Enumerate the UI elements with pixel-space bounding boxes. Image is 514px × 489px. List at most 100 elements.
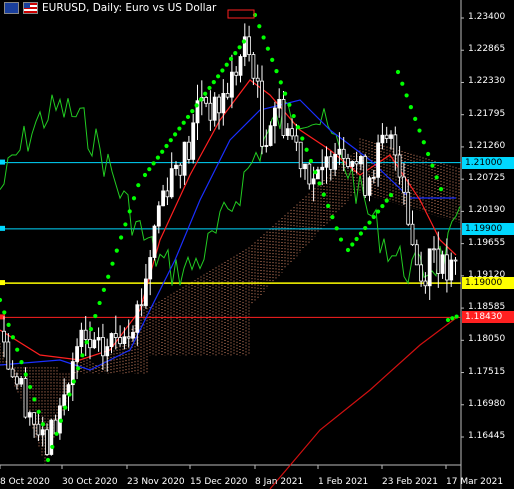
time-tick-label: 1 Feb 2021 xyxy=(318,477,369,487)
sar-dot xyxy=(23,372,28,377)
bear-candle xyxy=(178,164,183,176)
sar-dot xyxy=(295,125,301,130)
bull-candle xyxy=(40,429,45,436)
bear-candle xyxy=(126,336,131,339)
price-line-handle[interactable] xyxy=(0,280,5,286)
sar-dot xyxy=(216,74,221,79)
price-line-handle[interactable] xyxy=(0,225,5,231)
bear-candle xyxy=(406,191,411,225)
sar-dot xyxy=(304,147,309,152)
sar-dot xyxy=(334,226,339,231)
bear-candle xyxy=(401,176,406,193)
price-tick-label: 1.23400 xyxy=(468,12,506,22)
long-moving-average xyxy=(269,317,457,489)
sar-dot xyxy=(354,236,359,242)
price-tag: 1.21000 xyxy=(462,156,514,169)
sar-dot xyxy=(203,91,208,96)
bull-candle xyxy=(148,257,153,280)
bull-candle xyxy=(169,168,174,198)
bull-candle xyxy=(156,205,161,227)
sar-dot xyxy=(317,181,322,186)
price-tick-label: 1.22330 xyxy=(468,76,506,87)
bear-candle xyxy=(384,134,389,139)
bull-candle xyxy=(221,93,226,114)
bull-candle xyxy=(389,134,393,139)
bear-candle xyxy=(251,54,256,79)
sar-dot xyxy=(224,62,229,67)
sar-dot xyxy=(330,215,335,220)
sar-dot xyxy=(257,24,262,29)
sar-dot xyxy=(367,220,372,225)
sar-dot xyxy=(326,203,331,208)
sar-dot xyxy=(321,192,326,197)
bull-candle xyxy=(229,71,234,98)
price-tick-label: 1.17515 xyxy=(468,366,506,377)
sar-dot xyxy=(114,248,119,253)
price-tick-label: 1.18050 xyxy=(468,334,506,345)
bull-candle xyxy=(285,128,290,136)
sar-dot xyxy=(454,314,459,319)
bull-candle xyxy=(272,107,277,127)
bull-candle xyxy=(320,166,325,171)
sar-dot xyxy=(142,172,148,178)
bull-candle xyxy=(182,141,187,176)
bull-candle xyxy=(27,412,32,418)
bear-candle xyxy=(113,333,118,338)
sar-dot xyxy=(308,158,313,164)
sar-dot xyxy=(313,170,318,175)
bear-candle xyxy=(45,429,49,455)
oscillator-path xyxy=(0,94,461,286)
time-tick-label: 23 Nov 2020 xyxy=(127,477,185,487)
bear-candle xyxy=(217,96,221,114)
bull-candle xyxy=(367,177,372,196)
sar-dot xyxy=(388,193,394,198)
sar-dot xyxy=(181,120,186,125)
bull-candle xyxy=(238,56,243,76)
sar-dot xyxy=(233,50,238,56)
price-tag: 1.19900 xyxy=(462,222,514,235)
sar-dot xyxy=(58,418,64,423)
sar-dot xyxy=(50,444,55,450)
bear-candle xyxy=(410,223,415,246)
sar-dot xyxy=(10,335,15,340)
sar-dot xyxy=(198,97,203,102)
sar-dot xyxy=(220,68,225,73)
sar-dot xyxy=(450,316,455,321)
bull-candle xyxy=(174,164,178,170)
sar-dot xyxy=(6,322,11,327)
sar-dot xyxy=(106,274,111,279)
sar-dot xyxy=(119,235,124,240)
sar-dot xyxy=(211,80,216,85)
sar-dot xyxy=(434,175,439,180)
sar-dot xyxy=(228,56,234,62)
price-tag: 1.19000 xyxy=(462,277,514,290)
price-line-handle[interactable] xyxy=(0,159,5,165)
bear-candle xyxy=(32,412,36,425)
bull-candle xyxy=(303,163,307,170)
bear-candle xyxy=(14,376,19,385)
bear-candle xyxy=(88,339,92,349)
bear-candle xyxy=(118,337,122,345)
sar-dot xyxy=(155,155,160,160)
sar-dot xyxy=(67,392,72,397)
sar-dot xyxy=(426,151,431,157)
price-tick-label: 1.20190 xyxy=(468,205,506,216)
sar-dot xyxy=(28,384,33,390)
time-tick-label: 17 Mar 2021 xyxy=(446,477,504,487)
bull-candle xyxy=(212,96,217,121)
bear-candle xyxy=(453,259,458,262)
sar-dot xyxy=(80,353,85,358)
bear-candle xyxy=(436,248,441,274)
bull-candle xyxy=(19,378,24,385)
time-tick-label: 8 Oct 2020 xyxy=(0,477,50,487)
sar-dot xyxy=(147,167,152,172)
sar-dot xyxy=(207,85,212,91)
price-chart[interactable] xyxy=(0,0,514,489)
bull-candle xyxy=(143,278,148,306)
candlesticks xyxy=(2,23,458,456)
sar-dot xyxy=(395,69,401,75)
bull-candle xyxy=(135,304,140,333)
bear-candle xyxy=(101,337,105,357)
bear-candle xyxy=(247,36,252,55)
sar-dot xyxy=(345,247,351,253)
